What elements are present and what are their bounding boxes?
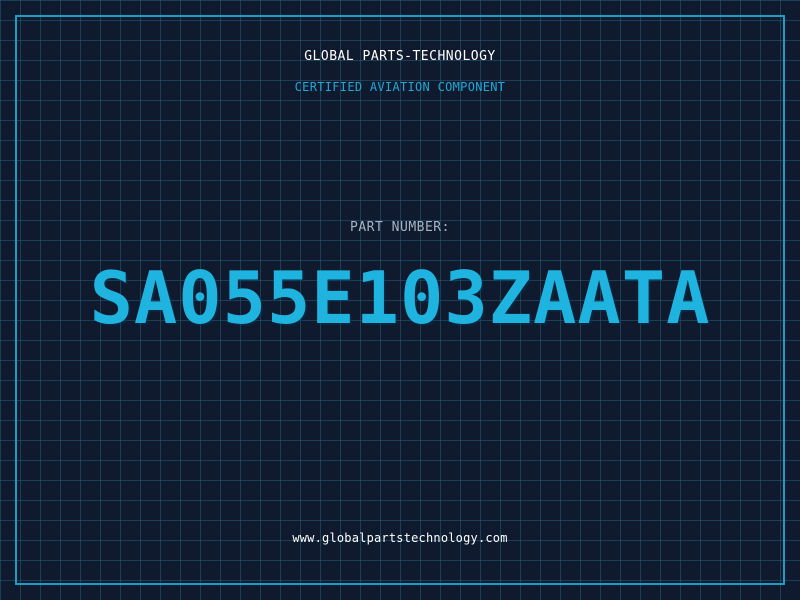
part-label-card: GLOBAL PARTS-TECHNOLOGY CERTIFIED AVIATI… [0,0,800,600]
certification-subtitle: CERTIFIED AVIATION COMPONENT [294,80,506,94]
part-number-label: PART NUMBER: [350,220,450,235]
company-name: GLOBAL PARTS-TECHNOLOGY [304,49,496,64]
website-url: www.globalpartstechnology.com [292,531,508,545]
part-number-value: SA055E103ZAATA [89,256,711,340]
